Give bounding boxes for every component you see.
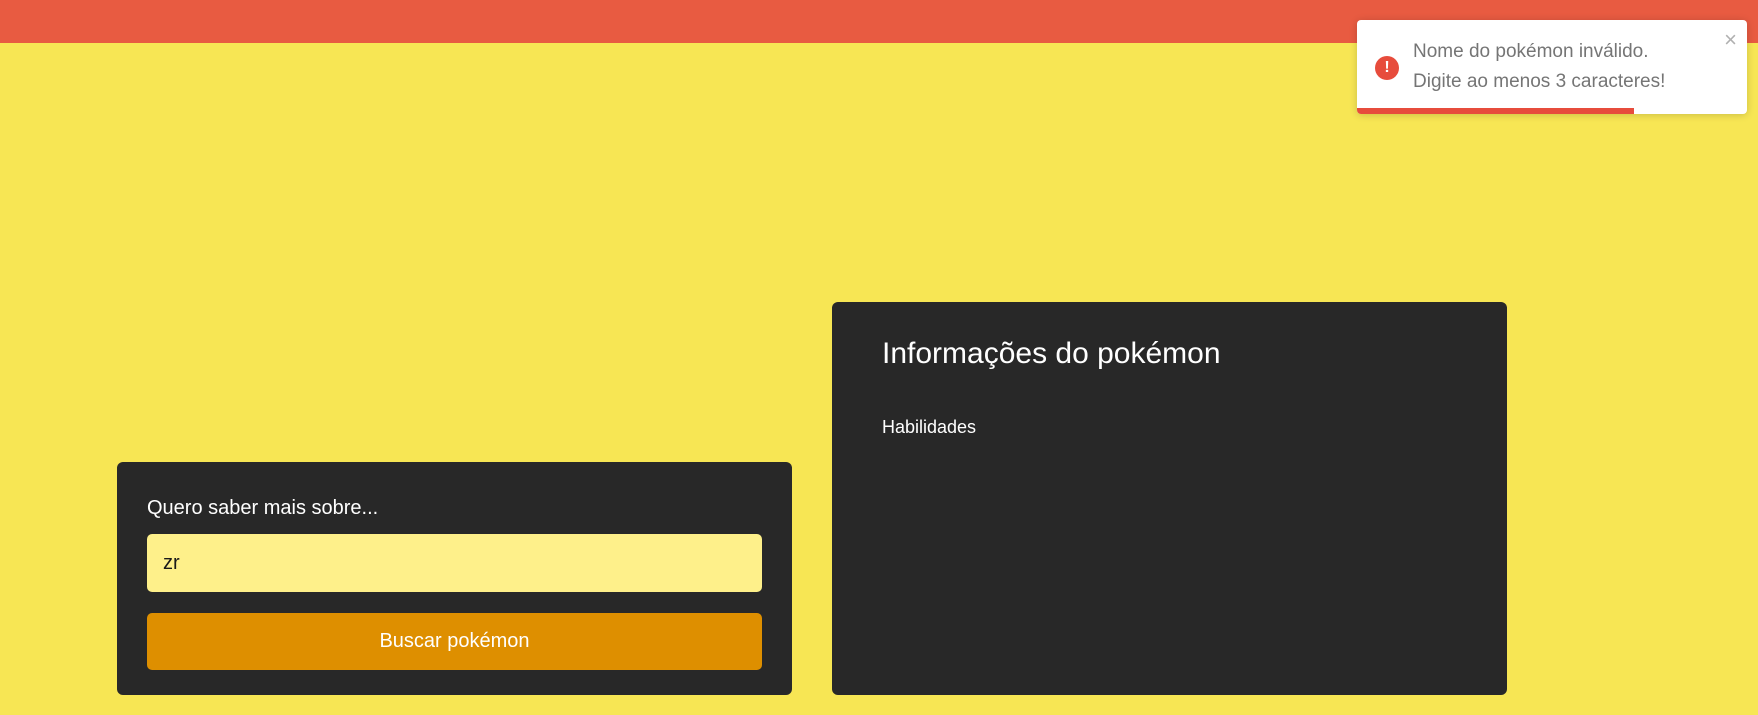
pokemon-info-card: Informações do pokémon Habilidades xyxy=(832,302,1507,695)
close-icon[interactable]: × xyxy=(1724,26,1737,54)
toast-progress-track xyxy=(1357,108,1747,114)
search-button[interactable]: Buscar pokémon xyxy=(147,613,762,670)
search-label: Quero saber mais sobre... xyxy=(147,497,379,519)
info-title: Informações do pokémon xyxy=(882,337,1221,370)
abilities-heading: Habilidades xyxy=(882,417,977,437)
pokemon-search-input[interactable] xyxy=(147,534,762,592)
toast-message-line1: Nome do pokémon inválido. xyxy=(1413,41,1649,62)
toast-message: Nome do pokémon inválido. Digite ao meno… xyxy=(1413,37,1713,97)
exclamation-circle-icon: ! xyxy=(1375,56,1399,80)
toast-progress-bar xyxy=(1357,108,1634,114)
error-toast: ! Nome do pokémon inválido. Digite ao me… xyxy=(1357,20,1747,114)
toast-message-line2: Digite ao menos 3 caracteres! xyxy=(1413,71,1666,92)
search-card: Quero saber mais sobre... Buscar pokémon xyxy=(117,462,792,695)
